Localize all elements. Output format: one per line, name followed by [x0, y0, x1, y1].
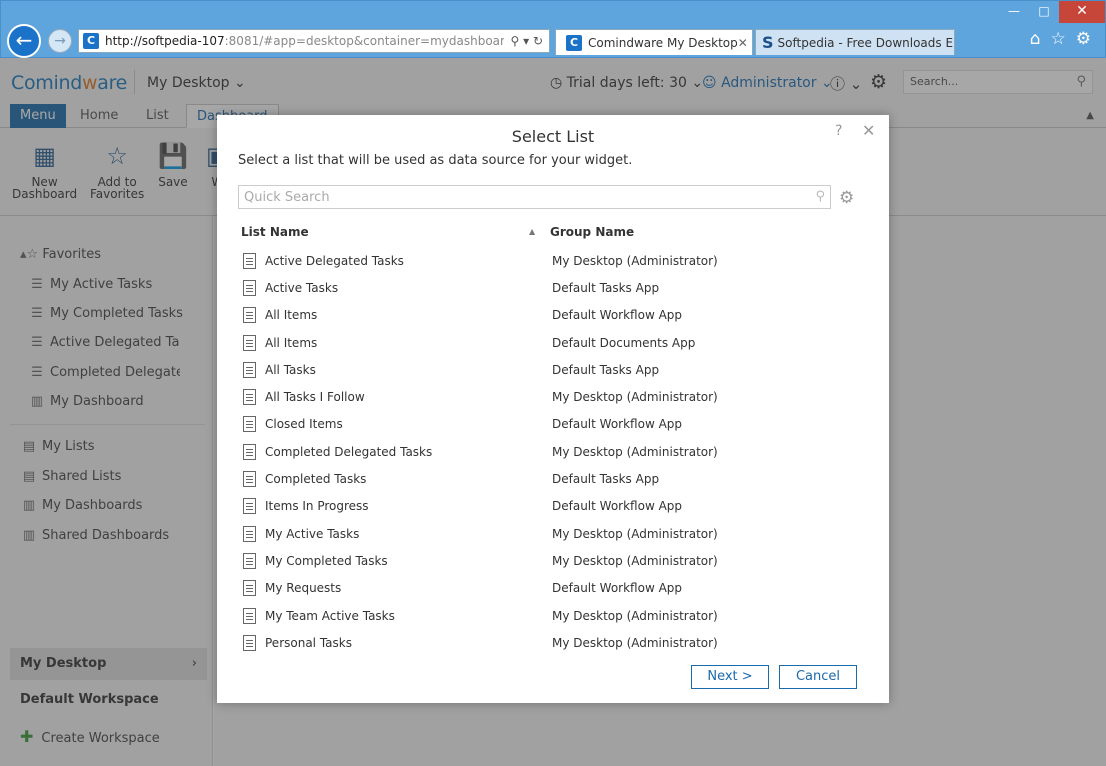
list-doc-icon: [243, 252, 256, 269]
group-name-cell: My Desktop (Administrator): [552, 608, 718, 623]
list-name-cell: All Items: [265, 335, 318, 350]
list-name-cell: All Tasks: [265, 362, 316, 377]
list-doc-icon: [243, 580, 256, 597]
forward-button[interactable]: →: [48, 29, 72, 53]
list-doc-icon: [243, 389, 256, 406]
table-row[interactable]: Closed Items Default Workflow App: [243, 411, 863, 438]
table-row[interactable]: Items In Progress Default Workflow App: [243, 493, 863, 520]
table-row[interactable]: My Completed Tasks My Desktop (Administra…: [243, 547, 863, 574]
dialog-title: Select List: [511, 127, 595, 146]
group-name-cell: My Desktop (Administrator): [552, 390, 718, 405]
list-doc-icon: [243, 416, 256, 433]
group-name-cell: My Desktop (Administrator): [552, 526, 718, 541]
browser-toolbar-icons: ⌂ ☆ ⚙: [1030, 29, 1091, 49]
group-name-cell: Default Workflow App: [552, 417, 683, 432]
list-doc-icon: [243, 279, 256, 296]
address-url[interactable]: http://softpedia-107:8081/#app=desktop&c…: [105, 34, 504, 48]
list-doc-icon: [243, 634, 256, 651]
list-name-cell: Personal Tasks: [265, 635, 352, 650]
favorites-star-icon[interactable]: ☆: [1051, 29, 1066, 49]
table-row[interactable]: Active Tasks Default Tasks App: [243, 274, 863, 301]
select-list-dialog: Select List ? ✕ Select a list that will …: [217, 115, 889, 703]
maximize-icon[interactable]: □: [1029, 1, 1059, 23]
table-row[interactable]: Completed Tasks Default Tasks App: [243, 465, 863, 492]
list-name-cell: My Active Tasks: [265, 526, 360, 541]
list-table: Active Delegated Tasks My Desktop (Admini…: [243, 247, 863, 656]
help-icon[interactable]: ?: [835, 123, 842, 139]
list-doc-icon: [243, 471, 256, 488]
group-name-cell: Default Workflow App: [552, 308, 683, 323]
tools-gear-icon[interactable]: ⚙: [1076, 29, 1091, 49]
list-name-cell: Items In Progress: [265, 499, 369, 514]
arrow-left-icon: ←: [15, 28, 33, 52]
group-name-cell: Default Workflow App: [552, 499, 683, 514]
group-name-cell: Default Workflow App: [552, 581, 683, 596]
list-name-cell: Active Delegated Tasks: [265, 253, 404, 268]
list-name-cell: Completed Delegated Tasks: [265, 444, 433, 459]
dialog-description: Select a list that will be used as data …: [238, 153, 633, 168]
table-row[interactable]: My Requests Default Workflow App: [243, 575, 863, 602]
tab-comindware[interactable]: C Comindware My Desktop ✕: [555, 29, 753, 55]
list-name-cell: My Team Active Tasks: [265, 608, 395, 623]
back-button[interactable]: ←: [7, 24, 41, 58]
arrow-right-icon: →: [54, 33, 66, 49]
list-doc-icon: [243, 307, 256, 324]
search-icon: ⚲: [815, 189, 825, 204]
list-doc-icon: [243, 334, 256, 351]
list-name-cell: Closed Items: [265, 417, 343, 432]
group-name-cell: My Desktop (Administrator): [552, 444, 718, 459]
list-doc-icon: [243, 443, 256, 460]
table-row[interactable]: All Tasks I Follow My Desktop (Administra…: [243, 383, 863, 410]
list-doc-icon: [243, 607, 256, 624]
table-row[interactable]: All Items Default Documents App: [243, 329, 863, 356]
refresh-icon: ↻: [532, 34, 543, 48]
group-name-cell: Default Tasks App: [552, 472, 660, 487]
cancel-button[interactable]: Cancel: [779, 665, 857, 689]
list-name-cell: My Requests: [265, 581, 342, 596]
group-name-cell: My Desktop (Administrator): [552, 253, 718, 268]
list-name-cell: All Tasks I Follow: [265, 390, 365, 405]
tab-softpedia[interactable]: S Softpedia - Free Downloads En...: [755, 29, 955, 55]
group-name-cell: Default Tasks App: [552, 280, 660, 295]
table-row[interactable]: My Active Tasks My Desktop (Administrator…: [243, 520, 863, 547]
quick-search-input[interactable]: Quick Search ⚲: [238, 185, 831, 209]
list-settings-gear-icon[interactable]: ⚙: [839, 188, 854, 208]
search-icon: ⚲: [510, 34, 520, 48]
group-name-cell: Default Tasks App: [552, 362, 660, 377]
address-tools[interactable]: ⚲ ▾ ↻: [504, 34, 549, 48]
list-name-cell: Completed Tasks: [265, 472, 367, 487]
list-doc-icon: [243, 361, 256, 378]
next-button[interactable]: Next >: [691, 665, 769, 689]
table-row[interactable]: Active Delegated Tasks My Desktop (Admini…: [243, 247, 863, 274]
site-favicon-icon: C: [83, 33, 99, 49]
column-header-group-name[interactable]: Group Name: [550, 225, 634, 239]
browser-chrome: ← → C http://softpedia-107:8081/#app=des…: [0, 0, 1106, 58]
list-doc-icon: [243, 525, 256, 542]
minimize-icon[interactable]: —: [999, 1, 1029, 23]
softpedia-favicon-icon: S: [762, 33, 774, 52]
list-doc-icon: [243, 498, 256, 515]
list-name-cell: My Completed Tasks: [265, 553, 388, 568]
list-doc-icon: [243, 552, 256, 569]
table-row[interactable]: My Team Active Tasks My Desktop (Administ…: [243, 602, 863, 629]
window-close-icon[interactable]: ✕: [1059, 1, 1105, 23]
sort-ascending-icon[interactable]: ▲: [529, 227, 535, 236]
group-name-cell: My Desktop (Administrator): [552, 635, 718, 650]
site-favicon-icon: C: [566, 34, 582, 51]
list-name-cell: Active Tasks: [265, 280, 339, 295]
tab-close-icon[interactable]: ✕: [738, 36, 748, 50]
table-row[interactable]: All Tasks Default Tasks App: [243, 356, 863, 383]
group-name-cell: My Desktop (Administrator): [552, 553, 718, 568]
table-row[interactable]: Personal Tasks My Desktop (Administrator): [243, 629, 863, 656]
column-header-list-name[interactable]: List Name: [241, 225, 309, 239]
close-icon[interactable]: ✕: [862, 121, 875, 140]
table-row[interactable]: All Items Default Workflow App: [243, 302, 863, 329]
window-controls: — □ ✕: [999, 1, 1105, 23]
address-bar[interactable]: C http://softpedia-107:8081/#app=desktop…: [78, 29, 550, 53]
list-name-cell: All Items: [265, 308, 318, 323]
group-name-cell: Default Documents App: [552, 335, 696, 350]
home-icon[interactable]: ⌂: [1030, 29, 1041, 49]
table-row[interactable]: Completed Delegated Tasks My Desktop (Adm…: [243, 438, 863, 465]
